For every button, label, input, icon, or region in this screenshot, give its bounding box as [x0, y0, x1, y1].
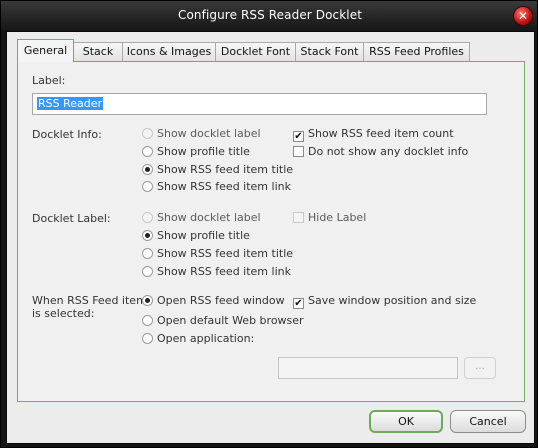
- docklet-info-caption: Docklet Info:: [32, 128, 102, 141]
- hide-label-checkbox[interactable]: Hide Label: [293, 211, 366, 227]
- tab-stack-font[interactable]: Stack Font: [295, 42, 364, 61]
- label-field[interactable]: RSS Reader: [32, 93, 487, 115]
- radio-indicator: [142, 212, 153, 223]
- ok-button[interactable]: OK: [369, 410, 443, 433]
- tab-rss-feed-profiles[interactable]: RSS Feed Profiles: [363, 42, 470, 61]
- label-show-feed-item-title-radio[interactable]: Show RSS feed item title: [142, 247, 293, 263]
- application-path-field[interactable]: [278, 357, 458, 379]
- close-button[interactable]: ✕: [514, 7, 532, 25]
- radio-indicator: [142, 164, 153, 175]
- radio-indicator: [142, 146, 153, 157]
- tab-general[interactable]: General: [17, 39, 74, 62]
- info-show-docklet-label-radio[interactable]: Show docklet label: [142, 127, 261, 143]
- checkmark-icon: ✔: [293, 131, 304, 142]
- radio-indicator: [142, 333, 153, 344]
- radio-indicator: [142, 181, 153, 192]
- label-field-value: RSS Reader: [37, 97, 104, 110]
- radio-indicator: [142, 295, 153, 306]
- hide-docklet-info-checkbox[interactable]: Do not show any docklet info: [293, 145, 468, 161]
- docklet-label-caption: Docklet Label:: [32, 212, 111, 225]
- cancel-button[interactable]: Cancel: [450, 410, 526, 433]
- open-application-radio[interactable]: Open application:: [142, 332, 254, 348]
- general-panel: Label: RSS Reader Docklet Info: Show doc…: [17, 61, 525, 402]
- tab-stack[interactable]: Stack: [73, 42, 123, 61]
- radio-indicator: [142, 315, 153, 326]
- browse-button[interactable]: ...: [464, 357, 496, 379]
- show-feed-item-count-checkbox[interactable]: ✔ Show RSS feed item count: [293, 127, 454, 143]
- on-select-caption-line1: When RSS Feed item: [32, 294, 147, 307]
- radio-indicator: [142, 128, 153, 139]
- checkbox-indicator: [293, 212, 304, 223]
- info-show-feed-item-title-radio[interactable]: Show RSS feed item title: [142, 163, 293, 179]
- window-title: Configure RSS Reader Docklet: [178, 8, 362, 22]
- radio-indicator: [142, 248, 153, 259]
- dialog-client: General Stack Icons & Images Docklet Fon…: [6, 31, 535, 444]
- dialog-window: Configure RSS Reader Docklet ✕ General S…: [0, 0, 538, 448]
- on-select-caption-line2: is selected:: [32, 307, 95, 320]
- tab-icons-images[interactable]: Icons & Images: [122, 42, 216, 61]
- open-feed-window-radio[interactable]: Open RSS feed window: [142, 294, 285, 310]
- checkmark-icon: ✔: [293, 298, 304, 309]
- radio-indicator: [142, 230, 153, 241]
- tab-docklet-font[interactable]: Docklet Font: [215, 42, 296, 61]
- info-show-feed-item-link-radio[interactable]: Show RSS feed item link: [142, 180, 291, 196]
- open-web-browser-radio[interactable]: Open default Web browser: [142, 314, 304, 330]
- label-show-profile-title-radio[interactable]: Show profile title: [142, 229, 250, 245]
- label-caption: Label:: [32, 74, 66, 87]
- save-window-position-checkbox[interactable]: ✔ Save window position and size: [293, 294, 476, 310]
- checkbox-indicator: [293, 146, 304, 157]
- info-show-profile-title-radio[interactable]: Show profile title: [142, 145, 250, 161]
- label-show-feed-item-link-radio[interactable]: Show RSS feed item link: [142, 265, 291, 281]
- title-bar[interactable]: Configure RSS Reader Docklet ✕: [1, 1, 538, 31]
- label-show-docklet-label-radio[interactable]: Show docklet label: [142, 211, 261, 227]
- radio-indicator: [142, 266, 153, 277]
- close-icon: ✕: [517, 9, 529, 23]
